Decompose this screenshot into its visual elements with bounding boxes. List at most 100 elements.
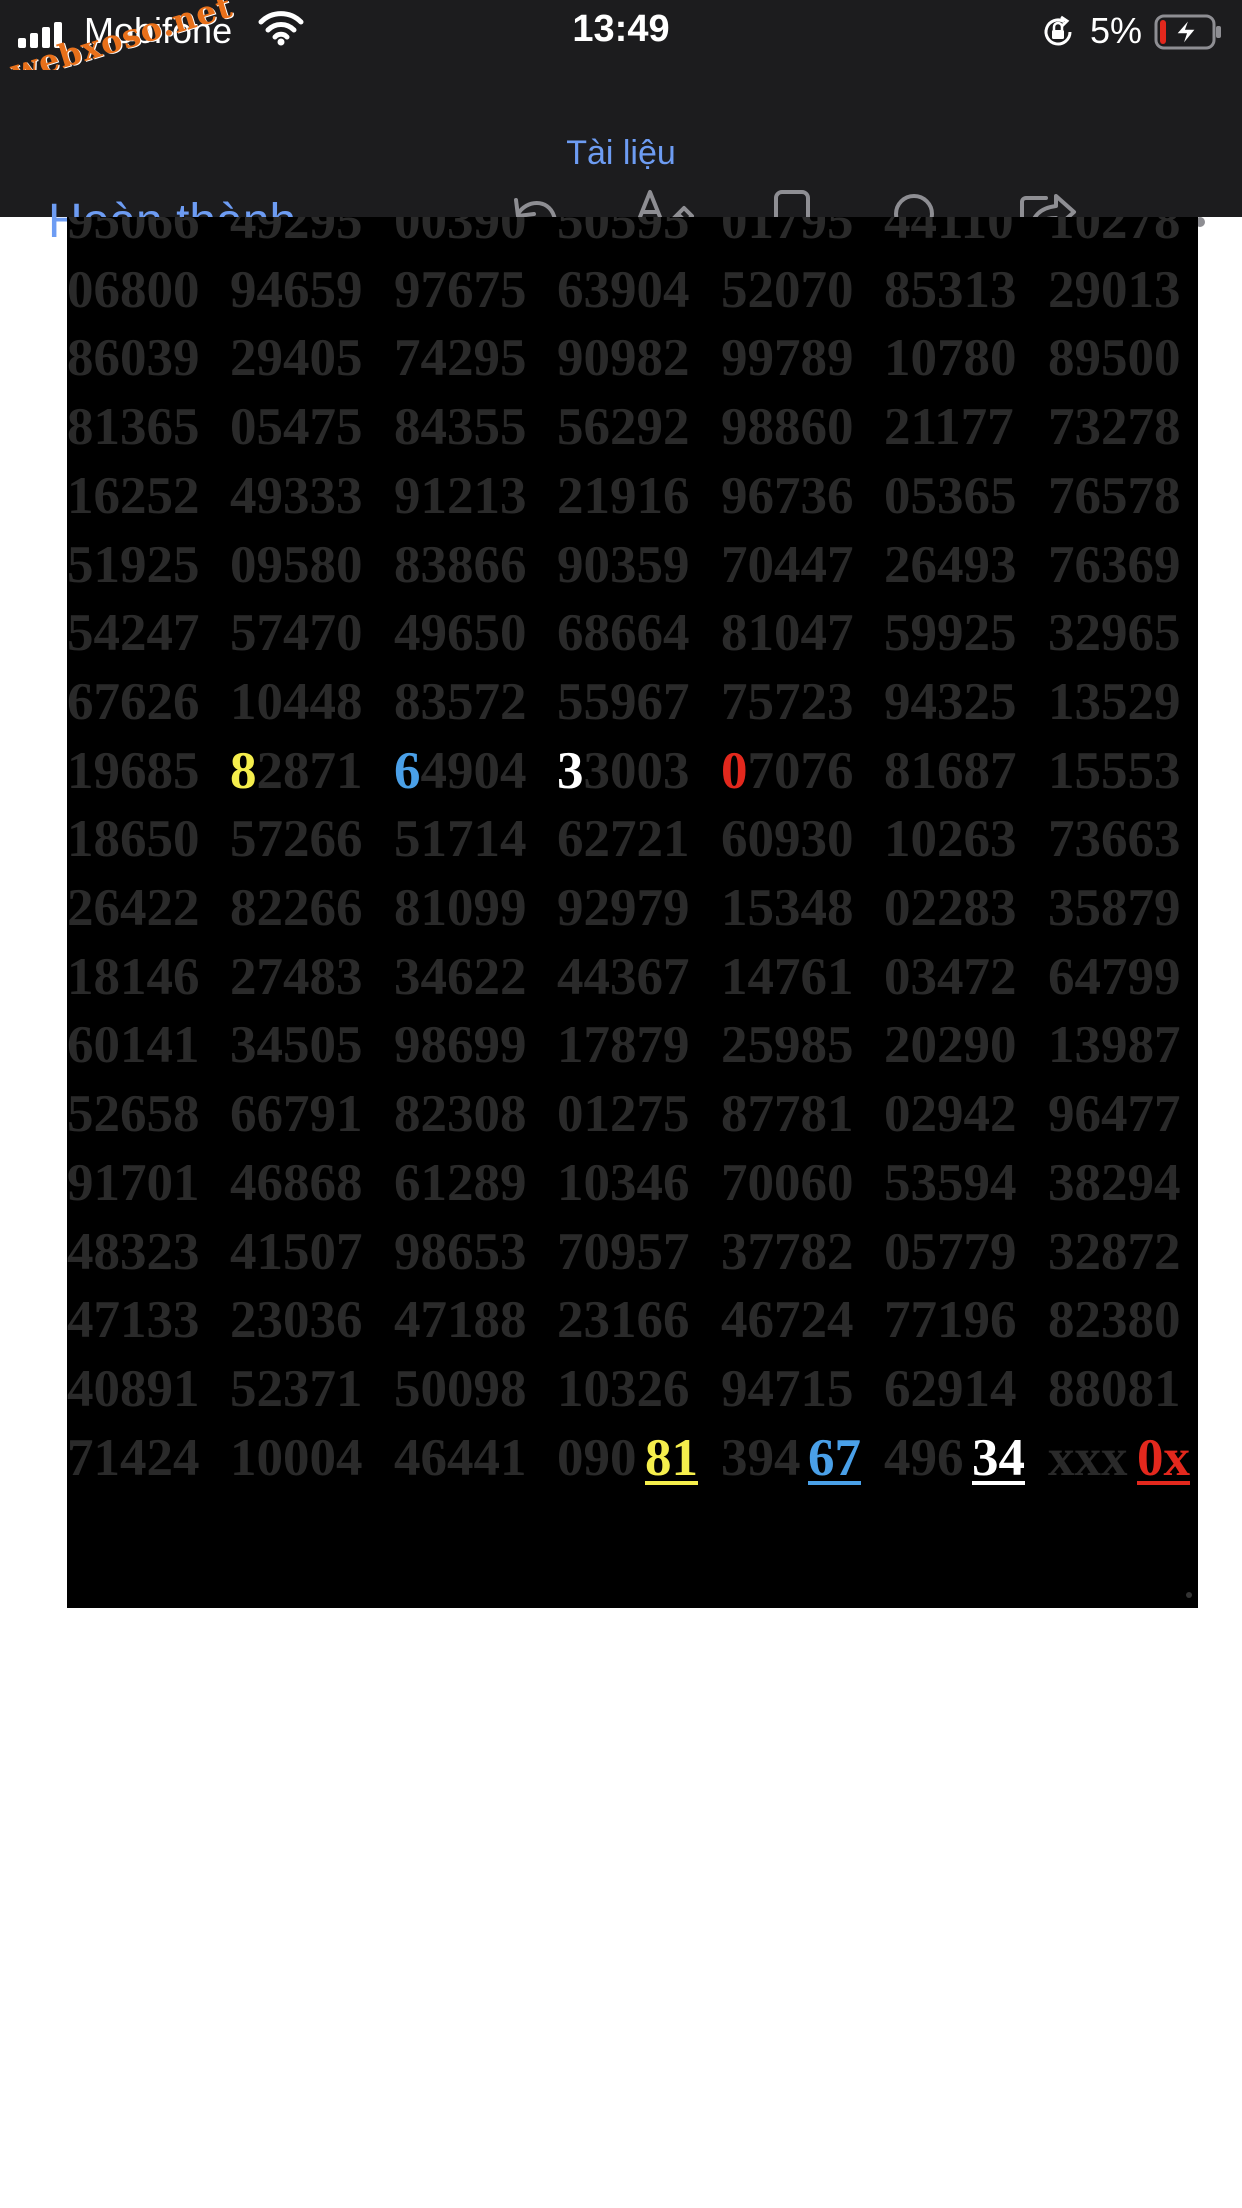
number-cell: 46868: [230, 1153, 363, 1212]
highlight-digit: 8: [230, 741, 257, 800]
number-cell: 98699: [394, 1016, 527, 1075]
number-cell: 76369: [1048, 535, 1181, 594]
number-cell: 32872: [1048, 1222, 1181, 1281]
number-cell: 87781: [721, 1085, 854, 1144]
number-cell: 16252: [67, 466, 200, 525]
number-cell: 82308: [394, 1085, 527, 1144]
number-cell: 53594: [884, 1153, 1017, 1212]
dim-digits: 2871: [256, 741, 363, 800]
number-cell: 52371: [230, 1359, 363, 1418]
number-cell: 77196: [884, 1291, 1017, 1350]
number-cell: 54247: [67, 604, 200, 663]
highlight-digit: 3: [557, 741, 584, 800]
highlight-digit: 0: [721, 741, 748, 800]
dim-digits: 4904: [420, 741, 527, 800]
number-cell: 13529: [1048, 672, 1181, 731]
number-cell: 94659: [230, 260, 363, 319]
number-cell: 90359: [557, 535, 690, 594]
number-cell: 37782: [721, 1222, 854, 1281]
number-cell: 15553: [1048, 741, 1181, 800]
number-cell: 64799: [1048, 947, 1181, 1006]
number-cell: 21177: [884, 398, 1014, 457]
number-cell: 62721: [557, 810, 690, 869]
number-cell: 06800: [67, 260, 200, 319]
number-cell: 56292: [557, 398, 690, 457]
number-row: 16252 49333 91213 21916 96736 05365 76578: [67, 466, 1198, 536]
number-cell: 26493: [884, 535, 1017, 594]
number-row: 54247 57470 49650 68664 81047 59925 32965: [67, 603, 1198, 673]
document-page: 95066 49295 00390 50595 01795 44110 10278 06800…: [67, 217, 1198, 1608]
number-cell: 57266: [230, 810, 363, 869]
number-cell: 96736: [721, 466, 854, 525]
document-title: Tài liệu: [566, 134, 676, 172]
number-cell: 51925: [67, 535, 200, 594]
number-cell: 14761: [721, 947, 854, 1006]
number-cell: 01795: [721, 217, 854, 250]
number-cell: 29405: [230, 329, 363, 388]
number-cell: 27483: [230, 947, 363, 1006]
number-cell: 05365: [884, 466, 1017, 525]
number-cell: 51714: [394, 810, 527, 869]
result-number: 67: [808, 1428, 861, 1487]
highlight-digit: 6: [394, 741, 421, 800]
number-cell: 19685: [67, 741, 200, 800]
nav-bar: Tài liệu Hoàn thành: [0, 70, 1242, 250]
number-cell: 25985: [721, 1016, 854, 1075]
number-cell: 09580: [230, 535, 363, 594]
number-cell: 23036: [230, 1291, 363, 1350]
number-cell: 82380: [1048, 1291, 1181, 1350]
number-cell: 34622: [394, 947, 527, 1006]
number-cell: 03472: [884, 947, 1017, 1006]
status-bar: Mobifone 13:49 5% webxoso.net: [0, 0, 1242, 90]
number-cell: 44110: [884, 217, 1014, 250]
number-cell: 35879: [1048, 879, 1181, 937]
number-cell: 67626: [67, 672, 200, 731]
number-cell: 57470: [230, 604, 363, 663]
number-cell: 82266: [230, 879, 363, 937]
number-row: 91701 46868 61289 10346 70060 53594 38294: [67, 1153, 1198, 1223]
number-cell: 95066: [67, 217, 200, 250]
number-cell: 81687: [884, 741, 1017, 800]
number-row: 60141 34505 98699 17879 25985 20290 13987: [67, 1015, 1198, 1085]
number-cell: 20290: [884, 1016, 1017, 1075]
number-cell: 10278: [1048, 217, 1181, 250]
number-cell: 94715: [721, 1359, 854, 1418]
number-row: 48323 41507 98653 70957 37782 05779 32872: [67, 1222, 1198, 1292]
number-cell: 92979: [557, 879, 690, 937]
number-cell: 97675: [394, 260, 527, 319]
number-row: 19685 82871 64904 33003 07076 81687 15553: [67, 741, 1198, 811]
number-cell: 50595: [557, 217, 690, 250]
number-cell: 75723: [721, 672, 854, 731]
number-cell: 49650: [394, 604, 527, 663]
number-cell: 44367: [557, 947, 690, 1006]
number-cell: 85313: [884, 260, 1017, 319]
number-cell: 41507: [230, 1222, 363, 1281]
number-cell: 52070: [721, 260, 854, 319]
orientation-lock-icon: [1044, 15, 1072, 46]
battery-percent: 5%: [1090, 10, 1143, 51]
result-number: 34: [972, 1428, 1025, 1487]
number-cell: 38294: [1048, 1153, 1181, 1212]
number-cell: 47133: [67, 1291, 200, 1350]
number-cell: 40891: [67, 1359, 200, 1418]
number-row: 71424 10004 46441 090 394 496 xxx 81 67 34 0x: [67, 1428, 1198, 1498]
number-cell: 18650: [67, 810, 200, 869]
number-cell: 73278: [1048, 398, 1181, 457]
number-cell: 10346: [557, 1153, 690, 1212]
number-row: 06800 94659 97675 63904 52070 85313 29013: [67, 260, 1198, 330]
number-cell: 48323: [67, 1222, 200, 1281]
number-cell: 10448: [230, 672, 363, 731]
number-row: 67626 10448 83572 55967 75723 94325 13529: [67, 672, 1198, 742]
result-number: 81: [645, 1428, 698, 1487]
number-row: 47133 23036 47188 23166 46724 77196 82380: [67, 1290, 1198, 1360]
number-cell: 91701: [67, 1153, 200, 1212]
number-cell: 81365: [67, 398, 200, 457]
number-cell: 62914: [884, 1359, 1017, 1418]
number-row: 52658 66791 82308 01275 87781 02942 96477: [67, 1084, 1198, 1154]
number-cell: 66791: [230, 1085, 363, 1144]
number-cell: 70060: [721, 1153, 854, 1212]
number-cell: 60930: [721, 810, 854, 869]
number-cell: 74295: [394, 329, 527, 388]
number-row: 18146 27483 34622 44367 14761 03472 64799: [67, 947, 1198, 1017]
number-row: 51925 09580 83866 90359 70447 26493 76369: [67, 535, 1198, 605]
